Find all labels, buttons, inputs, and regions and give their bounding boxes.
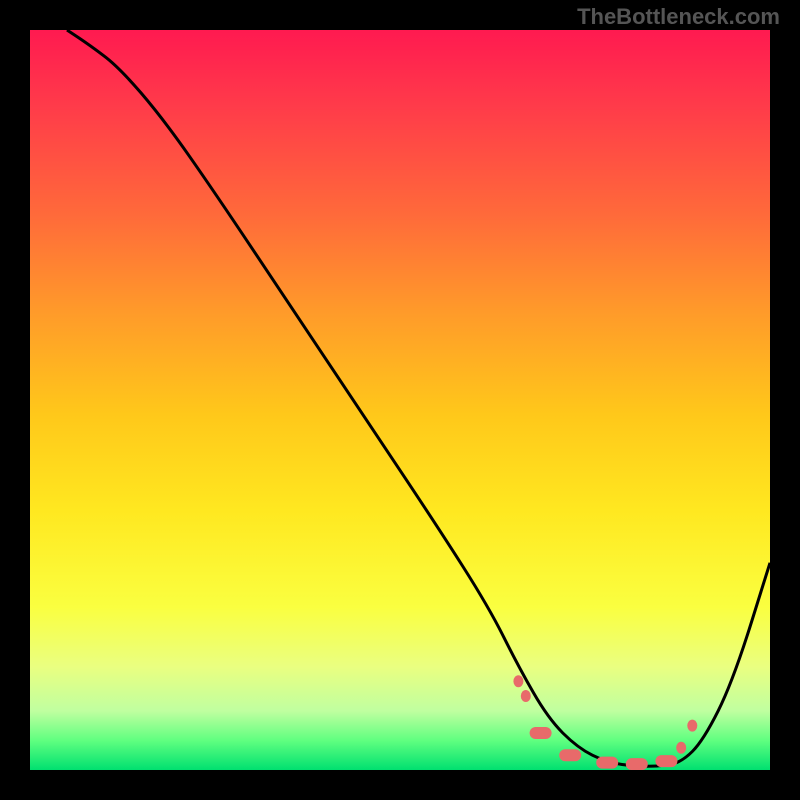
highlight-marker — [530, 727, 552, 739]
highlight-marker — [676, 742, 686, 754]
bottleneck-curve — [67, 30, 770, 766]
highlight-marker — [596, 757, 618, 769]
highlight-marker — [655, 755, 677, 767]
highlight-marker — [687, 720, 697, 732]
highlight-markers — [513, 675, 697, 770]
highlight-marker — [513, 675, 523, 687]
highlight-marker — [626, 758, 648, 770]
highlight-marker — [559, 749, 581, 761]
highlight-marker — [521, 690, 531, 702]
chart-svg — [30, 30, 770, 770]
watermark-text: TheBottleneck.com — [577, 4, 780, 30]
chart-plot-area — [30, 30, 770, 770]
